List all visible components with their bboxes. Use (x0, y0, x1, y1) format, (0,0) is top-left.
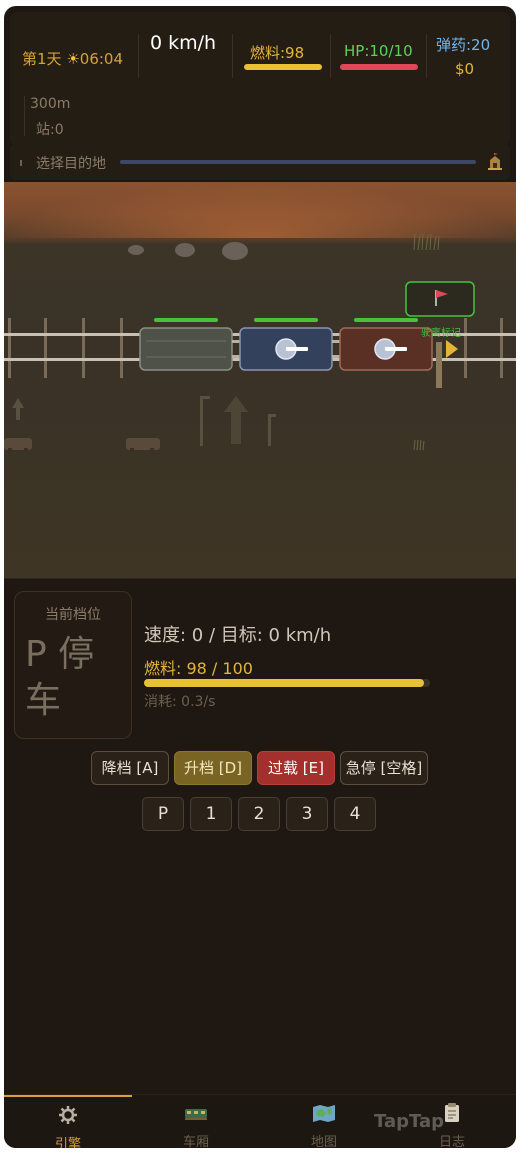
car-hp-bar (154, 318, 218, 322)
engine-car[interactable] (139, 327, 233, 371)
marker-label: 驶离标记 (421, 328, 461, 339)
status-hud: 第1天 ☀06:04 0 km/h 燃料:98 HP:10/10 弹药:20 $… (10, 12, 510, 146)
distance-readout: 300m (30, 96, 71, 112)
gear-button-p[interactable]: P (142, 797, 184, 831)
game-scene[interactable]: 驶离标记 (4, 182, 516, 578)
nav-tab-map[interactable]: 地图 (260, 1095, 388, 1148)
coupler (232, 355, 240, 358)
car-hp-bar (254, 318, 318, 322)
turret-barrel (286, 347, 308, 351)
emergency-brake-button[interactable]: 急停 [空格] (340, 751, 428, 785)
rock-icon (222, 242, 248, 260)
overload-button[interactable]: 过载 [E] (257, 751, 335, 785)
map-icon (313, 1105, 335, 1122)
hud-divider (24, 96, 25, 136)
fuel-consumption: 消耗: 0.3/s (144, 694, 216, 710)
grass-icon (413, 439, 425, 451)
nav-tab-engine[interactable]: 引擎 (4, 1095, 132, 1148)
car-hp-bar (354, 318, 418, 322)
coupler (332, 340, 340, 343)
hud-divider (426, 34, 427, 78)
day-time-readout: 第1天 ☀06:04 (22, 48, 123, 69)
hud-divider (138, 34, 139, 78)
turret-barrel (385, 347, 407, 351)
engine-panel: 当前档位 P 停车 速度: 0 / 目标: 0 km/h 燃料: 98 / 10… (4, 578, 516, 1094)
gear-title: 当前档位 (45, 607, 101, 623)
hud-divider (330, 34, 331, 78)
gear-button-4[interactable]: 4 (334, 797, 376, 831)
coupler (232, 340, 240, 343)
gear-icon (59, 1106, 77, 1124)
ground-decor (4, 396, 276, 452)
gear-value: P 停车 (25, 634, 95, 721)
train-car-icon (185, 1109, 207, 1120)
nav-label: 地图 (310, 1135, 337, 1148)
gear-button-2[interactable]: 2 (238, 797, 280, 831)
downshift-button[interactable]: 降档 [A] (91, 751, 169, 785)
grass-icon (413, 233, 440, 251)
watermark: TapTap (374, 1111, 444, 1132)
day-label: 第1天 (22, 50, 62, 68)
money-readout: $0 (455, 60, 475, 78)
bottom-nav: 引擎 车厢 地图 日志 TapTap (4, 1094, 516, 1148)
nav-label: 日志 (438, 1135, 465, 1148)
ammo-readout: 弹药:20 (436, 36, 491, 54)
gear-display: 当前档位 P 停车 (14, 591, 132, 739)
destination-marker-icon (20, 160, 22, 166)
fuel-readout: 燃料:98 (250, 44, 305, 62)
game-screen: 第1天 ☀06:04 0 km/h 燃料:98 HP:10/10 弹药:20 $… (4, 6, 516, 1148)
marker-sign (405, 281, 475, 317)
hud-divider (232, 34, 233, 78)
fuel-bar (244, 64, 322, 70)
station-icon (488, 153, 502, 170)
scene-canvas (4, 233, 516, 452)
rock-icon (128, 245, 144, 255)
time-label: 06:04 (79, 50, 124, 68)
nav-label: 引擎 (54, 1137, 81, 1148)
station-readout: 站:0 (36, 122, 64, 138)
speed-status: 速度: 0 / 目标: 0 km/h (144, 625, 332, 646)
direction-arrow-icon (446, 340, 458, 358)
coupler (332, 355, 340, 358)
destination-selector[interactable]: 选择目的地 (10, 144, 510, 180)
gear-button-3[interactable]: 3 (286, 797, 328, 831)
hp-readout: HP:10/10 (344, 42, 413, 60)
gear-button-1[interactable]: 1 (190, 797, 232, 831)
speed-readout: 0 km/h (150, 32, 217, 54)
upshift-button[interactable]: 升档 [D] (174, 751, 252, 785)
nav-label: 车厢 (182, 1135, 209, 1148)
destination-label: 选择目的地 (36, 156, 106, 172)
rock-icon (175, 243, 195, 257)
fuel-gauge (144, 679, 430, 687)
sun-icon: ☀ (66, 50, 80, 68)
fuel-status: 燃料: 98 / 100 (144, 659, 253, 678)
nav-tab-cars[interactable]: 车厢 (132, 1095, 260, 1148)
hp-bar (340, 64, 418, 70)
fuel-gauge-fill (144, 679, 425, 687)
route-progress-track (120, 160, 476, 164)
